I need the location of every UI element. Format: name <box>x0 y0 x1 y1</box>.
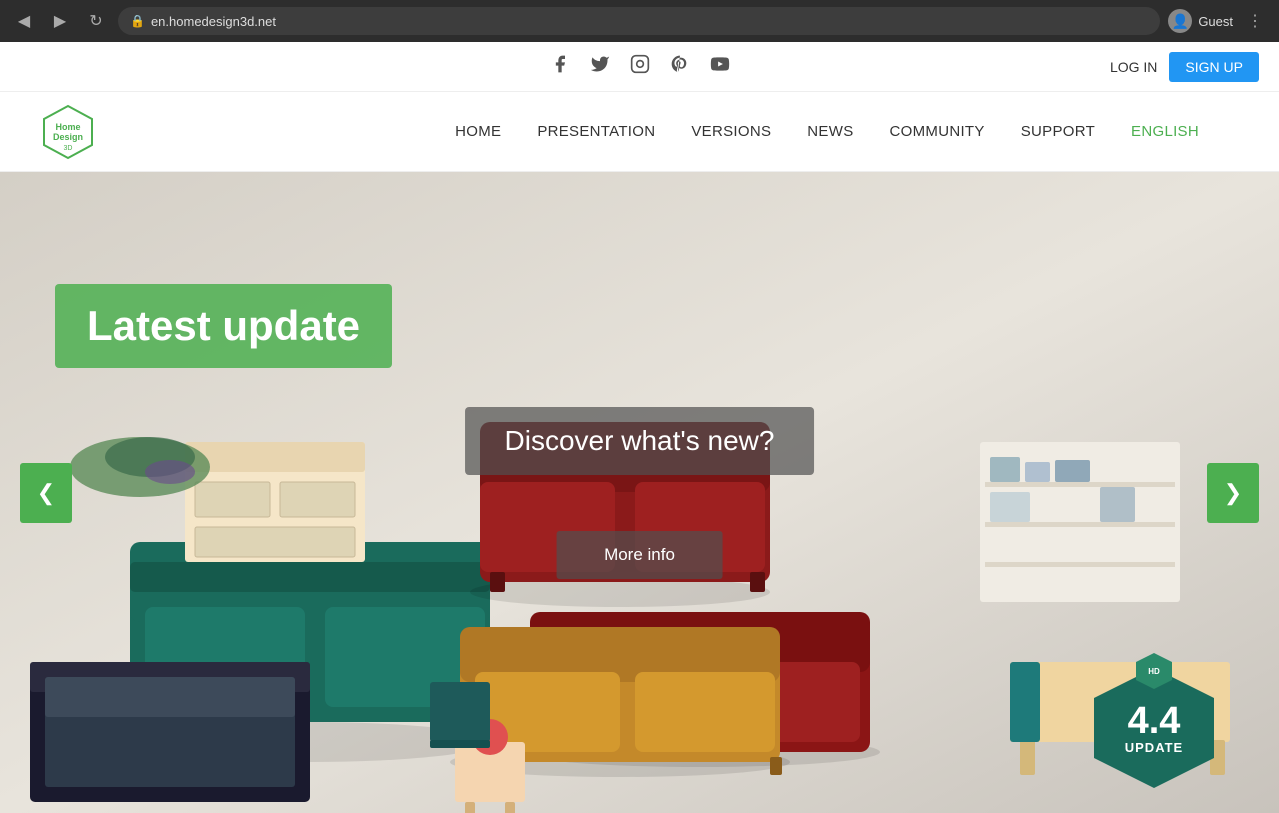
nav-news[interactable]: NEWS <box>807 123 853 140</box>
instagram-icon[interactable] <box>630 54 650 79</box>
svg-text:Design: Design <box>53 132 83 142</box>
latest-update-text: Latest update <box>87 302 360 349</box>
hero-section: Latest update Discover what's new? More … <box>0 172 1279 813</box>
reload-button[interactable]: ↻ <box>82 7 110 35</box>
user-area: 👤 Guest <box>1168 9 1233 33</box>
facebook-icon[interactable] <box>550 54 570 79</box>
signup-button[interactable]: SIGN UP <box>1169 52 1259 82</box>
browser-menu-button[interactable]: ⋮ <box>1241 7 1269 35</box>
lock-icon: 🔒 <box>130 14 145 28</box>
logo[interactable]: Home Design 3D <box>40 104 96 160</box>
forward-button[interactable]: ▶ <box>46 7 74 35</box>
nav-versions[interactable]: VERSIONS <box>691 123 771 140</box>
url-text: en.homedesign3d.net <box>151 14 276 29</box>
user-label: Guest <box>1198 14 1233 29</box>
scene-background <box>0 172 1279 813</box>
browser-chrome: ◀ ▶ ↻ 🔒 en.homedesign3d.net 👤 Guest ⋮ <box>0 0 1279 42</box>
logo-image: Home Design 3D <box>40 104 96 160</box>
pinterest-icon[interactable] <box>670 54 690 79</box>
twitter-icon[interactable] <box>590 54 610 79</box>
discover-box: Discover what's new? <box>465 407 815 475</box>
discover-text: Discover what's new? <box>505 425 775 456</box>
youtube-icon[interactable] <box>710 54 730 79</box>
nav-community[interactable]: COMMUNITY <box>890 123 985 140</box>
next-arrow-button[interactable]: ❯ <box>1207 463 1259 523</box>
furniture-scene <box>0 172 1279 813</box>
social-icons <box>550 54 730 79</box>
main-nav: Home Design 3D HOME PRESENTATION VERSION… <box>0 92 1279 172</box>
prev-arrow-button[interactable]: ❮ <box>20 463 72 523</box>
version-number: 4.4 <box>1128 702 1181 740</box>
svg-text:Home: Home <box>55 122 80 132</box>
more-info-button[interactable]: More info <box>556 531 723 579</box>
latest-update-badge: Latest update <box>55 284 392 368</box>
version-hex: HD 4.4 UPDATE <box>1094 668 1214 788</box>
top-bar: LOG IN SIGN UP <box>0 42 1279 92</box>
version-label-text: UPDATE <box>1125 740 1183 755</box>
nav-links: HOME PRESENTATION VERSIONS NEWS COMMUNIT… <box>455 123 1199 140</box>
nav-home[interactable]: HOME <box>455 123 501 140</box>
nav-presentation[interactable]: PRESENTATION <box>537 123 655 140</box>
svg-text:3D: 3D <box>64 145 73 152</box>
auth-buttons: LOG IN SIGN UP <box>1110 52 1259 82</box>
address-bar[interactable]: 🔒 en.homedesign3d.net <box>118 7 1160 35</box>
login-button[interactable]: LOG IN <box>1110 59 1157 75</box>
version-badge: HD 4.4 UPDATE <box>1089 663 1219 793</box>
back-button[interactable]: ◀ <box>10 7 38 35</box>
nav-support[interactable]: SUPPORT <box>1021 123 1095 140</box>
nav-english[interactable]: ENGLISH <box>1131 123 1199 140</box>
user-avatar: 👤 <box>1168 9 1192 33</box>
